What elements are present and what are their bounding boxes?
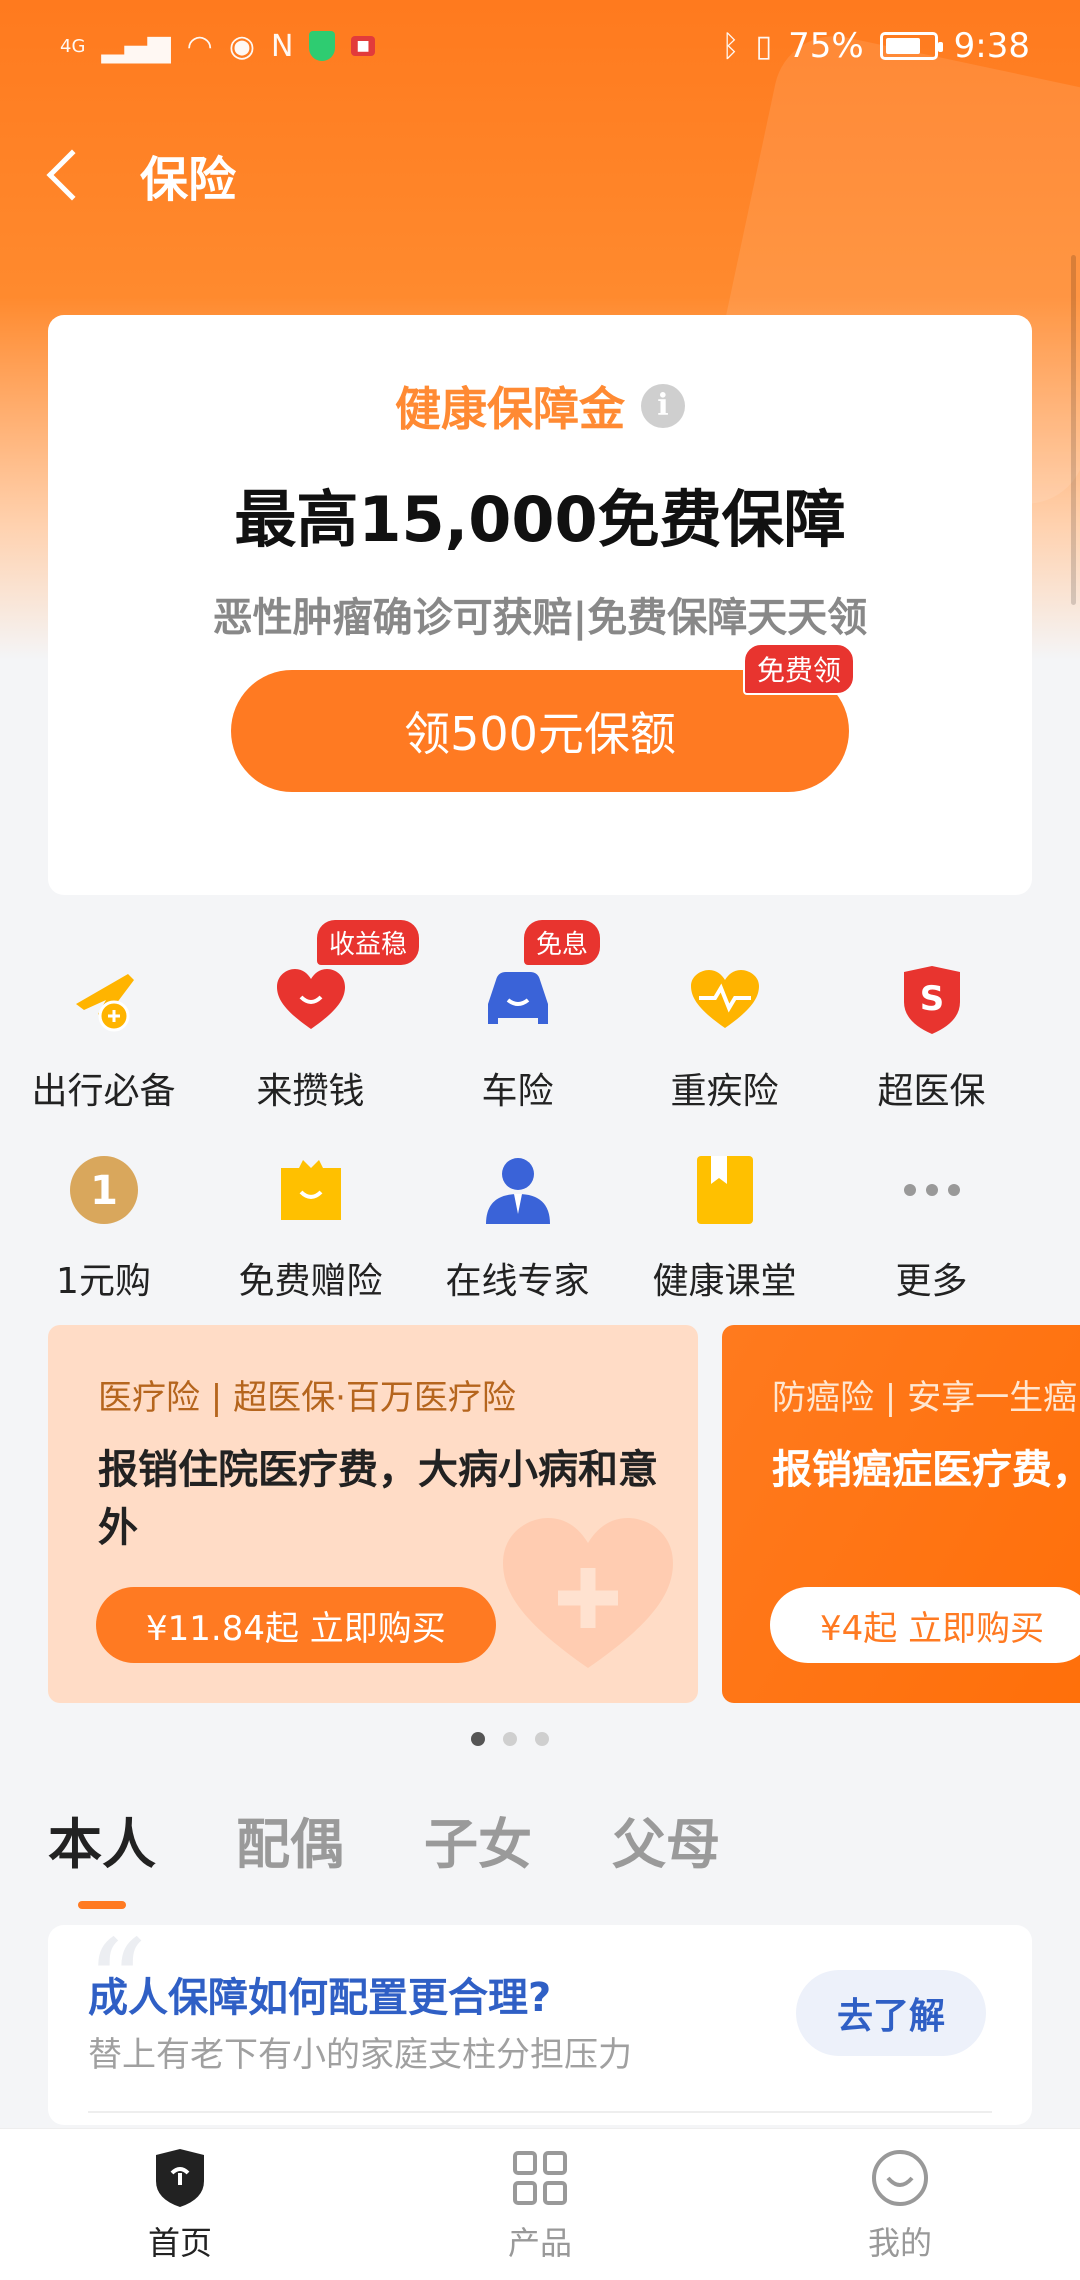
app-notification-icon: ■ [351,36,375,56]
bottom-navigation: 首页 产品 我的 [0,2128,1080,2280]
status-right: ᛒ ▯ 75% 9:38 [722,26,1030,66]
grid-item-label: 出行必备 [31,1071,176,1112]
grid-item-label: 在线专家 [445,1261,590,1302]
grid-item-more[interactable]: 更多 [828,1130,1035,1320]
grid-item-badge: 收益稳 [317,920,420,965]
nav-mine[interactable]: 我的 [720,2129,1080,2280]
home-shield-icon [148,2146,212,2210]
smile-face-icon [868,2146,932,2210]
grid-item-critical-illness[interactable]: 重疾险 [621,940,828,1130]
grid-item-online-expert[interactable]: 在线专家 [414,1130,621,1320]
heart-smile-icon [271,960,351,1040]
promo-title: 最高15,000免费保障 [234,483,846,556]
back-button[interactable] [0,110,130,240]
tab-parents[interactable]: 父母 [612,1800,720,1909]
tab-self[interactable]: 本人 [48,1800,156,1909]
grid-item-label: 车险 [481,1071,554,1112]
free-claim-badge: 免费领 [743,643,856,695]
buy-now-button[interactable]: ¥4起 立即购买 [770,1587,1080,1663]
svg-text:S: S [919,979,944,1019]
battery-fill [885,38,921,54]
battery-icon [879,32,943,60]
grid-item-free-gift[interactable]: 免费赠险 [207,1130,414,1320]
learn-more-button[interactable]: 去了解 [796,1970,986,2056]
grid-row: 出行必备 收益稳 来攒钱 免息 车险 重疾险 S 超医保 [0,920,1080,1130]
book-icon [685,1150,765,1230]
nav-home[interactable]: 首页 [0,2129,360,2280]
shield-s-icon: S [892,960,972,1040]
advice-card: “ 成人保障如何配置更合理? 替上有老下有小的家庭支柱分担压力 去了解 [48,1915,1032,2125]
grid-item-savings[interactable]: 收益稳 来攒钱 [207,920,420,1130]
gift-box-icon [271,1150,351,1230]
nav-label: 产品 [507,2223,572,2262]
scrollbar[interactable] [1071,255,1076,605]
category-grid: 出行必备 收益稳 来攒钱 免息 车险 重疾险 S 超医保 1 1元购 免费赠险 … [0,920,1080,1320]
product-card[interactable]: 医疗险 | 超医保·百万医疗险 报销住院医疗费，大病小病和意外 ¥11.84起 … [48,1325,698,1703]
network-type: 4G [60,35,86,57]
product-description: 报销癌症医疗费，能报 [772,1447,1080,1493]
carousel-dot[interactable] [503,1732,517,1746]
more-dots-icon [892,1150,972,1230]
grid-item-label: 来攒钱 [256,1071,365,1112]
nav-label: 首页 [147,2223,212,2262]
security-shield-icon [309,31,336,61]
chevron-left-icon [46,149,98,201]
product-category: 医疗险 | 超医保·百万医疗险 [98,1378,516,1418]
grid-item-badge: 免息 [524,920,601,965]
status-left: 4G ▂▄▆ ◠ ◉ N ■ [60,29,375,64]
grid-item-label: 重疾险 [670,1071,779,1112]
grid-item-label: 免费赠险 [238,1261,383,1302]
promo-description: 恶性肿瘤确诊可获赔|免费保障天天领 [212,595,868,641]
grid-row: 1 1元购 免费赠险 在线专家 健康课堂 更多 [0,1130,1080,1320]
promo-subtitle: 健康保障金 [395,382,625,436]
signal-icon: ▂▄▆ [101,28,171,64]
page-title: 保险 [140,152,237,208]
nfc-icon: N [271,28,294,64]
grid-item-label: 1元购 [56,1261,151,1302]
promo-subtitle-row: 健康保障金 i [48,373,1032,439]
divider [88,2111,992,2113]
carousel-dot[interactable] [471,1732,485,1746]
app-header: 保险 [0,110,1080,240]
heart-plus-icon [503,1518,673,1668]
product-card[interactable]: 防癌险 | 安享一生癌 报销癌症医疗费，能报 ¥4起 立即购买 [722,1325,1080,1703]
product-carousel[interactable]: 医疗险 | 超医保·百万医疗险 报销住院医疗费，大病小病和意外 ¥11.84起 … [48,1325,1080,1703]
buy-now-button[interactable]: ¥11.84起 立即购买 [96,1587,496,1663]
carousel-dot[interactable] [535,1732,549,1746]
expert-person-icon [478,1150,558,1230]
grid-item-health-class[interactable]: 健康课堂 [621,1130,828,1320]
eye-icon: ◉ [228,28,255,64]
advice-title: 成人保障如何配置更合理? [88,1975,552,2021]
grid-item-super-medical[interactable]: S 超医保 [828,940,1035,1130]
vibrate-icon: ▯ [755,28,773,64]
nav-products[interactable]: 产品 [360,2129,720,2280]
coin-text: 1 [90,1168,118,1214]
promo-card: 健康保障金 i 最高15,000免费保障 恶性肿瘤确诊可获赔|免费保障天天领 领… [48,315,1032,895]
wifi-icon: ◠ [186,28,213,64]
battery-percent: 75% [788,26,864,66]
coin-one-icon: 1 [64,1150,144,1230]
clock: 9:38 [953,26,1030,66]
heart-pulse-icon [685,960,765,1040]
bluetooth-icon: ᛒ [721,28,740,64]
status-bar: 4G ▂▄▆ ◠ ◉ N ■ ᛒ ▯ 75% 9:38 [0,0,1080,92]
grid-item-label: 超医保 [877,1071,986,1112]
car-icon [478,960,558,1040]
carousel-pagination [0,1732,1050,1746]
grid-item-travel[interactable]: 出行必备 [0,940,207,1130]
family-tabs: 本人 配偶 子女 父母 [48,1800,720,1909]
grid-item-label: 健康课堂 [652,1261,797,1302]
nav-label: 我的 [867,2223,932,2262]
info-icon[interactable]: i [641,384,685,428]
grid-item-car[interactable]: 免息 车险 [414,920,621,1130]
grid-squares-icon [508,2146,572,2210]
advice-description: 替上有老下有小的家庭支柱分担压力 [88,2035,632,2075]
grid-item-one-yuan[interactable]: 1 1元购 [0,1130,207,1320]
grid-item-label: 更多 [895,1261,968,1302]
plane-icon [64,960,144,1040]
tab-children[interactable]: 子女 [424,1800,532,1909]
tab-spouse[interactable]: 配偶 [236,1800,344,1909]
product-category: 防癌险 | 安享一生癌 [772,1378,1078,1418]
